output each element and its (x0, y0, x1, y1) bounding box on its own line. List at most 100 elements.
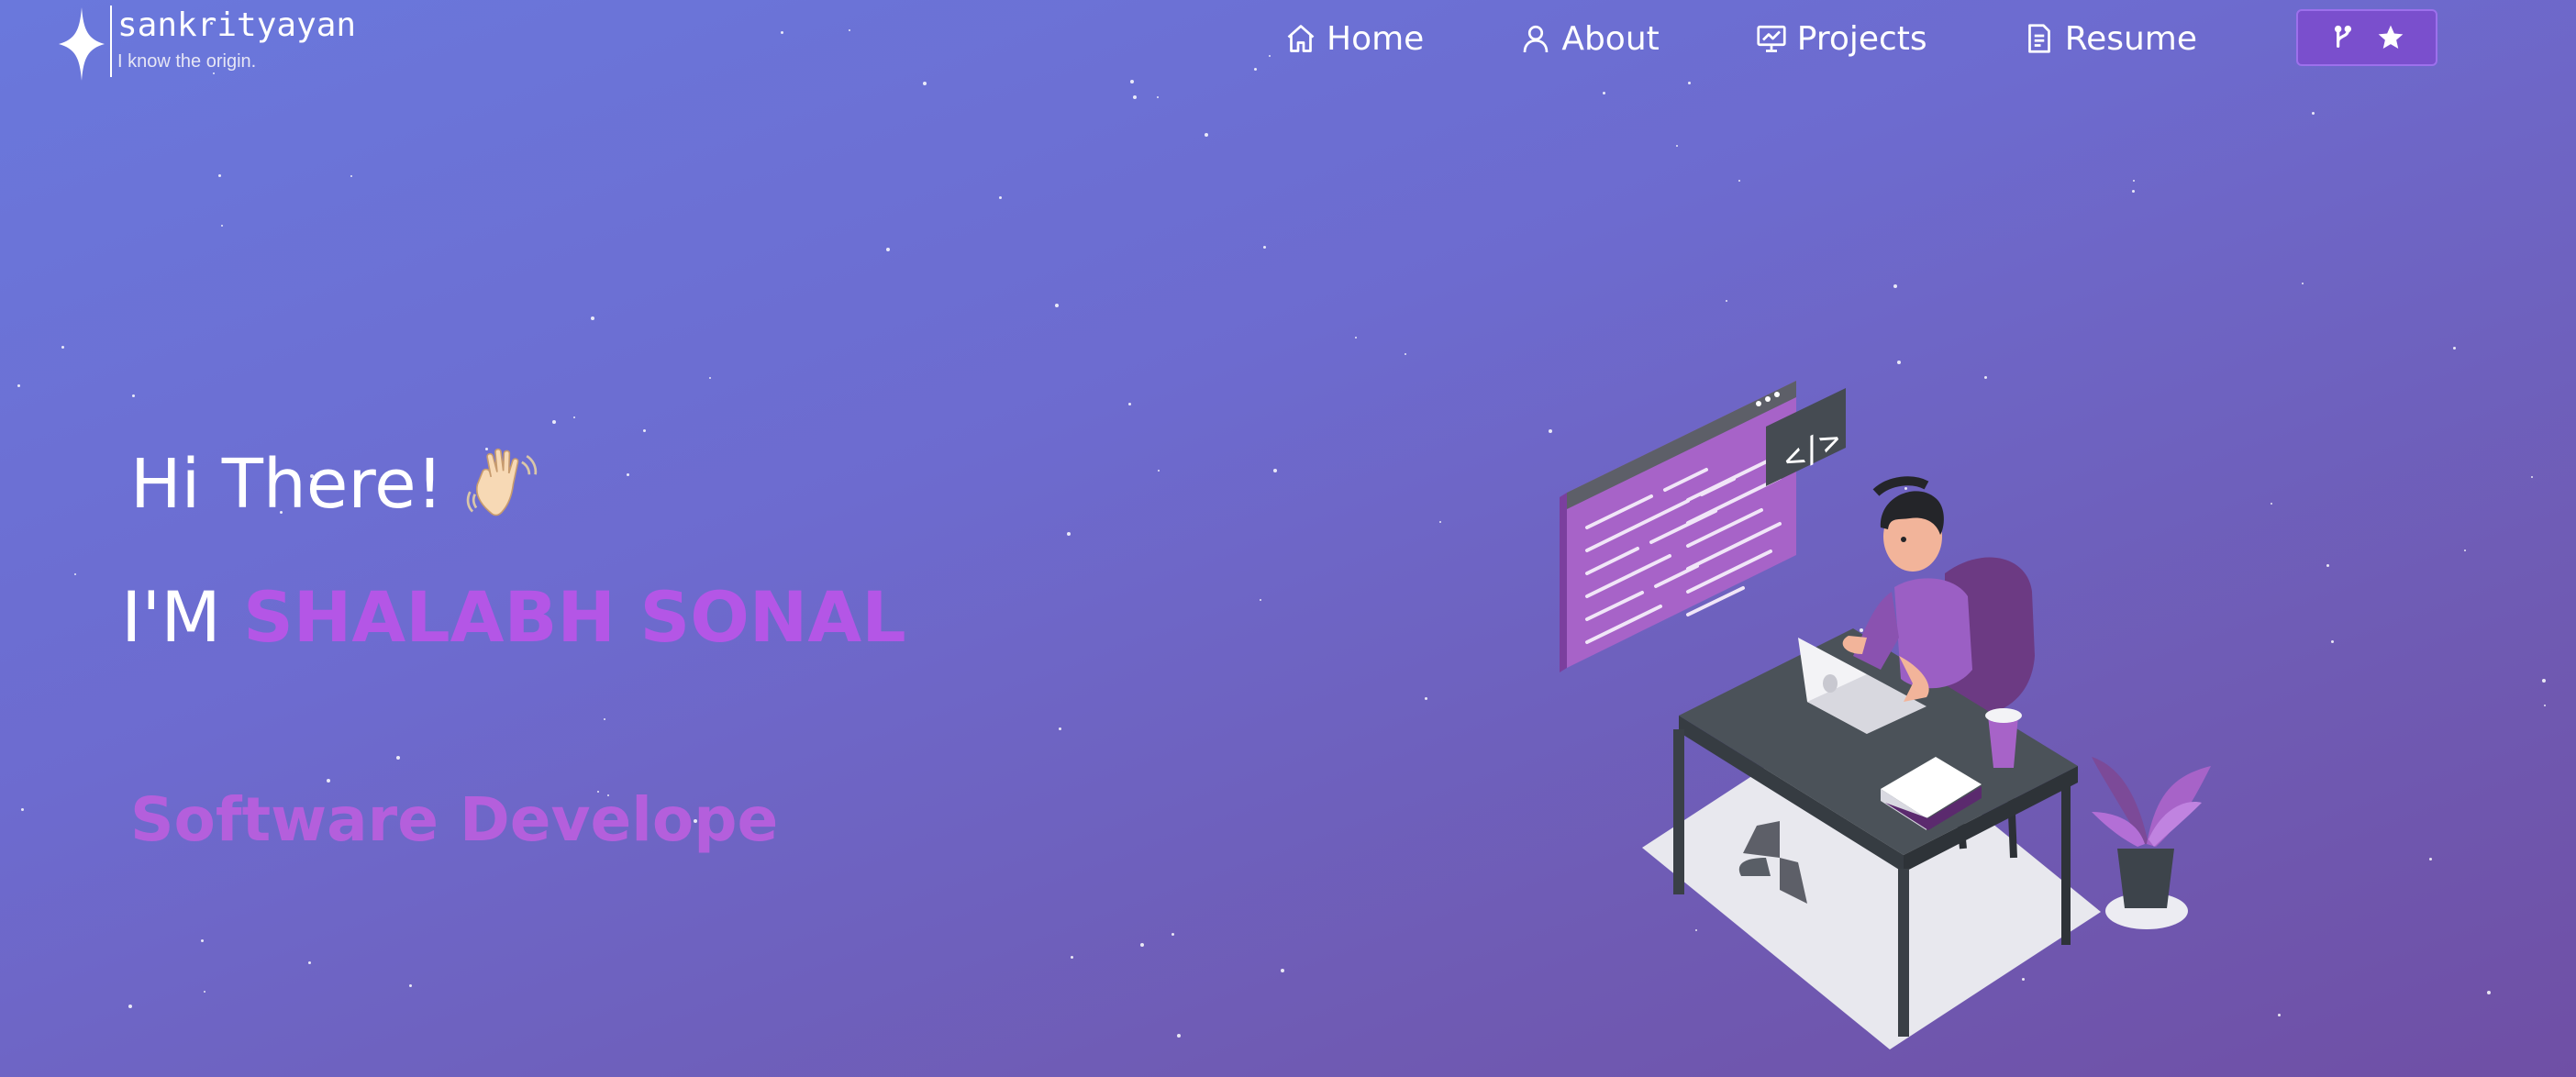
logo-divider (110, 6, 112, 77)
star-dot (2132, 190, 2135, 193)
nav-home-label: Home (1327, 19, 1425, 58)
star-dot (2429, 858, 2432, 860)
star-dot (1130, 80, 1134, 83)
star-dot (327, 779, 330, 783)
star-dot (2271, 503, 2272, 505)
star-dot (1177, 1034, 1181, 1038)
home-icon (1287, 25, 1315, 52)
star-dot (1688, 82, 1691, 84)
star-dot (1676, 145, 1678, 147)
star-dot (1055, 304, 1059, 307)
star-dot (221, 225, 223, 227)
star-dot (1726, 300, 1727, 302)
main-nav: Home About Projects Resume (1284, 9, 2263, 68)
star-dot (2278, 1014, 2281, 1016)
star-dot (886, 248, 890, 251)
star-dot (1355, 337, 1357, 339)
star-dot (1439, 521, 1441, 523)
star-dot (2453, 347, 2456, 350)
nav-home[interactable]: Home (1284, 20, 1424, 58)
star-dot (1158, 470, 1160, 472)
greeting-text: Hi There! (130, 445, 444, 524)
star-dot (2544, 705, 2546, 706)
star-dot (849, 29, 850, 31)
star-dot (573, 416, 575, 418)
star-dot (2133, 180, 2135, 182)
hero-greeting: Hi There! (130, 445, 544, 524)
star-dot (1405, 353, 1406, 355)
star-dot (1059, 727, 1061, 730)
star-dot (308, 961, 311, 964)
star-dot (1067, 532, 1071, 536)
star-dot (1133, 95, 1137, 99)
star-dot (1263, 246, 1266, 249)
git-fork-icon (2334, 25, 2352, 48)
star-icon (2378, 25, 2404, 49)
nav-resume[interactable]: Resume (2023, 20, 2197, 58)
star-dot (132, 394, 135, 397)
typewriter-role: Software Develope (130, 784, 779, 855)
star-dot (627, 473, 629, 476)
star-dot (1071, 956, 1073, 959)
developer-at-desk-illustration: </> (1560, 381, 2211, 1049)
star-dot (1157, 96, 1159, 98)
nav-about-label: About (1561, 19, 1660, 58)
star-dot (201, 939, 204, 942)
brand-tagline: I know the origin. (117, 51, 257, 72)
waving-hand-icon (467, 448, 538, 516)
star-dot (1205, 133, 1208, 137)
star-dot (21, 808, 24, 811)
star-dot (17, 384, 20, 387)
sparkle-logo-icon (59, 7, 105, 81)
star-dot (396, 756, 400, 760)
star-dot (204, 991, 205, 993)
star-dot (1260, 599, 1261, 601)
star-dot (1893, 284, 1897, 288)
star-dot (2542, 679, 2546, 683)
star-dot (1273, 469, 1277, 472)
user-icon (1523, 25, 1549, 53)
star-dot (2464, 550, 2466, 551)
star-dot (1171, 933, 1174, 936)
star-dot (1128, 403, 1131, 405)
nav-about[interactable]: About (1519, 19, 1660, 58)
star-dot (2326, 564, 2329, 567)
brand-logo[interactable]: sankrityayan I know the origin. (59, 6, 356, 81)
star-dot (2531, 476, 2533, 478)
star-dot (1738, 180, 1740, 182)
star-dot (128, 1005, 132, 1008)
star-dot (1281, 969, 1284, 972)
star-dot (2302, 283, 2304, 284)
brand-title: sankrityayan (117, 6, 357, 44)
hero-name-line: I'M SHALABH SONAL (121, 576, 906, 658)
hero-name: SHALABH SONAL (243, 576, 906, 658)
star-dot (2312, 112, 2315, 115)
star-dot (61, 346, 64, 349)
star-dot (1425, 697, 1427, 700)
star-dot (1269, 55, 1271, 57)
star-dot (709, 377, 711, 379)
nav-projects-label: Projects (1796, 19, 1927, 58)
presentation-icon (1757, 25, 1786, 52)
star-dot (218, 174, 221, 177)
star-dot (643, 429, 646, 432)
star-dot (552, 420, 556, 424)
name-prefix: I'M (121, 576, 221, 658)
star-dot (781, 31, 783, 34)
star-dot (923, 82, 927, 85)
star-dot (604, 718, 605, 720)
star-dot (1603, 92, 1605, 94)
star-dot (1254, 68, 1257, 71)
github-star-fork-button[interactable] (2296, 9, 2437, 66)
star-dot (2487, 991, 2491, 994)
document-icon (2027, 24, 2050, 53)
star-dot (74, 573, 76, 575)
star-dot (2331, 640, 2334, 643)
star-dot (591, 316, 594, 320)
star-dot (999, 196, 1002, 199)
nav-projects[interactable]: Projects (1755, 20, 1927, 58)
star-dot (1140, 943, 1144, 947)
star-dot (350, 175, 352, 177)
nav-resume-label: Resume (2064, 19, 2198, 58)
star-dot (409, 984, 412, 987)
